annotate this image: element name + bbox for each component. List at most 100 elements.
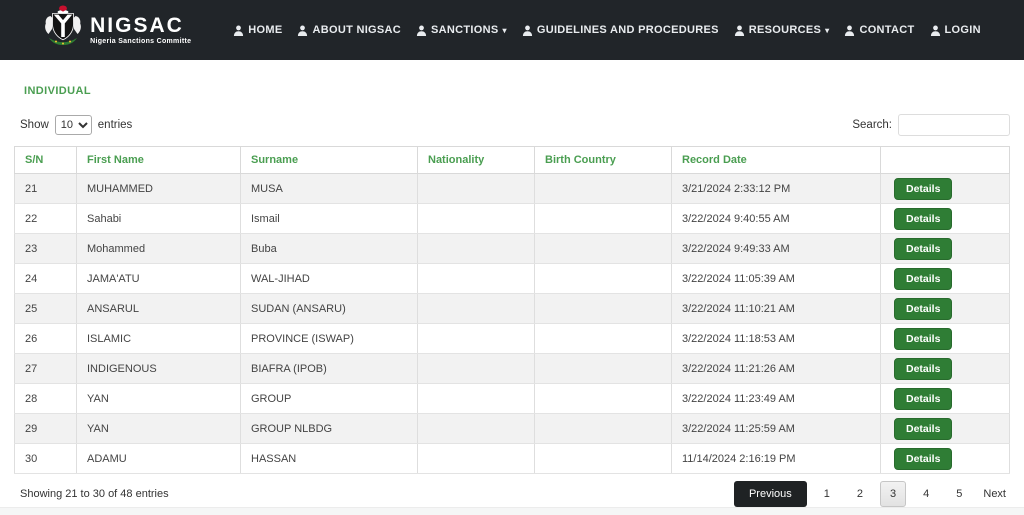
user-icon	[297, 25, 308, 36]
table-row: 29 YAN GROUP NLBDG 3/22/2024 11:25:59 AM…	[15, 414, 1010, 444]
nav-item[interactable]: LOGIN ▾	[930, 24, 981, 36]
chevron-down-icon: ▾	[825, 27, 829, 35]
page-number-button[interactable]: 4	[913, 481, 939, 507]
column-header: Record Date	[672, 147, 881, 174]
nationality-cell	[418, 354, 535, 384]
details-button[interactable]: Details	[894, 388, 952, 410]
first-name-cell: INDIGENOUS	[77, 354, 241, 384]
table-row: 21 MUHAMMED MUSA 3/21/2024 2:33:12 PM De…	[15, 174, 1010, 204]
user-icon	[522, 25, 533, 36]
table-head: S/NFirst NameSurnameNationalityBirth Cou…	[15, 147, 1010, 174]
nav-item[interactable]: CONTACT ▾	[844, 24, 914, 36]
details-button[interactable]: Details	[894, 358, 952, 380]
surname-cell: GROUP NLBDG	[241, 414, 418, 444]
record-date-cell: 3/22/2024 11:18:53 AM	[672, 324, 881, 354]
search-label: Search:	[852, 119, 892, 131]
details-cell: Details	[881, 414, 1010, 444]
sn-cell: 29	[15, 414, 77, 444]
nav-item-label: LOGIN	[945, 24, 981, 36]
search-control: Search:	[852, 114, 1010, 136]
column-header: Surname	[241, 147, 418, 174]
details-button[interactable]: Details	[894, 268, 952, 290]
top-nav: NIGSAC Nigeria Sanctions Committe HOME ▾…	[0, 0, 1024, 60]
brand-subtitle: Nigeria Sanctions Committe	[90, 38, 191, 45]
page-length-select[interactable]: 10	[55, 115, 92, 135]
sn-cell: 27	[15, 354, 77, 384]
details-cell: Details	[881, 204, 1010, 234]
details-button[interactable]: Details	[894, 418, 952, 440]
details-button[interactable]: Details	[894, 238, 952, 260]
brand[interactable]: NIGSAC Nigeria Sanctions Committe	[43, 5, 191, 56]
first-name-cell: YAN	[77, 384, 241, 414]
first-name-cell: MUHAMMED	[77, 174, 241, 204]
page-number-button[interactable]: 3	[880, 481, 906, 507]
birth-country-cell	[535, 444, 672, 474]
record-date-cell: 3/22/2024 11:21:26 AM	[672, 354, 881, 384]
nationality-cell	[418, 204, 535, 234]
entries-summary: Showing 21 to 30 of 48 entries	[20, 488, 169, 500]
sn-cell: 22	[15, 204, 77, 234]
nav-item-label: HOME	[248, 24, 282, 36]
details-cell: Details	[881, 264, 1010, 294]
nav-item-label: CONTACT	[859, 24, 914, 36]
nationality-cell	[418, 264, 535, 294]
next-page-button[interactable]: Next	[979, 482, 1010, 506]
table-row: 23 Mohammed Buba 3/22/2024 9:49:33 AM De…	[15, 234, 1010, 264]
page-number-button[interactable]: 5	[946, 481, 972, 507]
surname-cell: PROVINCE (ISWAP)	[241, 324, 418, 354]
table-row: 22 Sahabi Ismail 3/22/2024 9:40:55 AM De…	[15, 204, 1010, 234]
record-date-cell: 3/22/2024 11:25:59 AM	[672, 414, 881, 444]
details-button[interactable]: Details	[894, 178, 952, 200]
user-icon	[930, 25, 941, 36]
nav-item-label: ABOUT NIGSAC	[312, 24, 401, 36]
nav-item[interactable]: SANCTIONS ▾	[416, 24, 507, 36]
surname-cell: SUDAN (ANSARU)	[241, 294, 418, 324]
page-number-button[interactable]: 1	[814, 481, 840, 507]
user-icon	[734, 25, 745, 36]
surname-cell: BIAFRA (IPOB)	[241, 354, 418, 384]
record-date-cell: 3/22/2024 11:05:39 AM	[672, 264, 881, 294]
column-header: Birth Country	[535, 147, 672, 174]
page-number-button[interactable]: 2	[847, 481, 873, 507]
nav-item-label: RESOURCES	[749, 24, 821, 36]
nationality-cell	[418, 444, 535, 474]
birth-country-cell	[535, 264, 672, 294]
table-row: 30 ADAMU HASSAN 11/14/2024 2:16:19 PM De…	[15, 444, 1010, 474]
first-name-cell: YAN	[77, 414, 241, 444]
nationality-cell	[418, 174, 535, 204]
details-button[interactable]: Details	[894, 448, 952, 470]
search-input[interactable]	[898, 114, 1010, 136]
details-cell: Details	[881, 324, 1010, 354]
nationality-cell	[418, 324, 535, 354]
column-header	[881, 147, 1010, 174]
individuals-table: S/NFirst NameSurnameNationalityBirth Cou…	[14, 146, 1010, 474]
first-name-cell: Sahabi	[77, 204, 241, 234]
first-name-cell: Mohammed	[77, 234, 241, 264]
nationality-cell	[418, 384, 535, 414]
nav-item[interactable]: ABOUT NIGSAC ▾	[297, 24, 401, 36]
pagination: Previous 12345 Next	[734, 481, 1010, 507]
user-icon	[416, 25, 427, 36]
details-cell: Details	[881, 174, 1010, 204]
sn-cell: 23	[15, 234, 77, 264]
table-body: 21 MUHAMMED MUSA 3/21/2024 2:33:12 PM De…	[15, 174, 1010, 474]
sn-cell: 21	[15, 174, 77, 204]
table-row: 24 JAMA'ATU WAL-JIHAD 3/22/2024 11:05:39…	[15, 264, 1010, 294]
surname-cell: HASSAN	[241, 444, 418, 474]
previous-page-button[interactable]: Previous	[734, 481, 807, 507]
column-header: Nationality	[418, 147, 535, 174]
details-button[interactable]: Details	[894, 298, 952, 320]
nav-item[interactable]: RESOURCES ▾	[734, 24, 830, 36]
details-button[interactable]: Details	[894, 208, 952, 230]
main-content: INDIVIDUAL Show 10 entries Search: S/NFi…	[0, 85, 1024, 507]
birth-country-cell	[535, 384, 672, 414]
nav-item[interactable]: HOME ▾	[233, 24, 282, 36]
details-button[interactable]: Details	[894, 328, 952, 350]
surname-cell: MUSA	[241, 174, 418, 204]
surname-cell: WAL-JIHAD	[241, 264, 418, 294]
user-icon	[844, 25, 855, 36]
nav-item[interactable]: GUIDELINES AND PROCEDURES ▾	[522, 24, 719, 36]
birth-country-cell	[535, 204, 672, 234]
table-row: 26 ISLAMIC PROVINCE (ISWAP) 3/22/2024 11…	[15, 324, 1010, 354]
footer-strip	[0, 507, 1024, 515]
